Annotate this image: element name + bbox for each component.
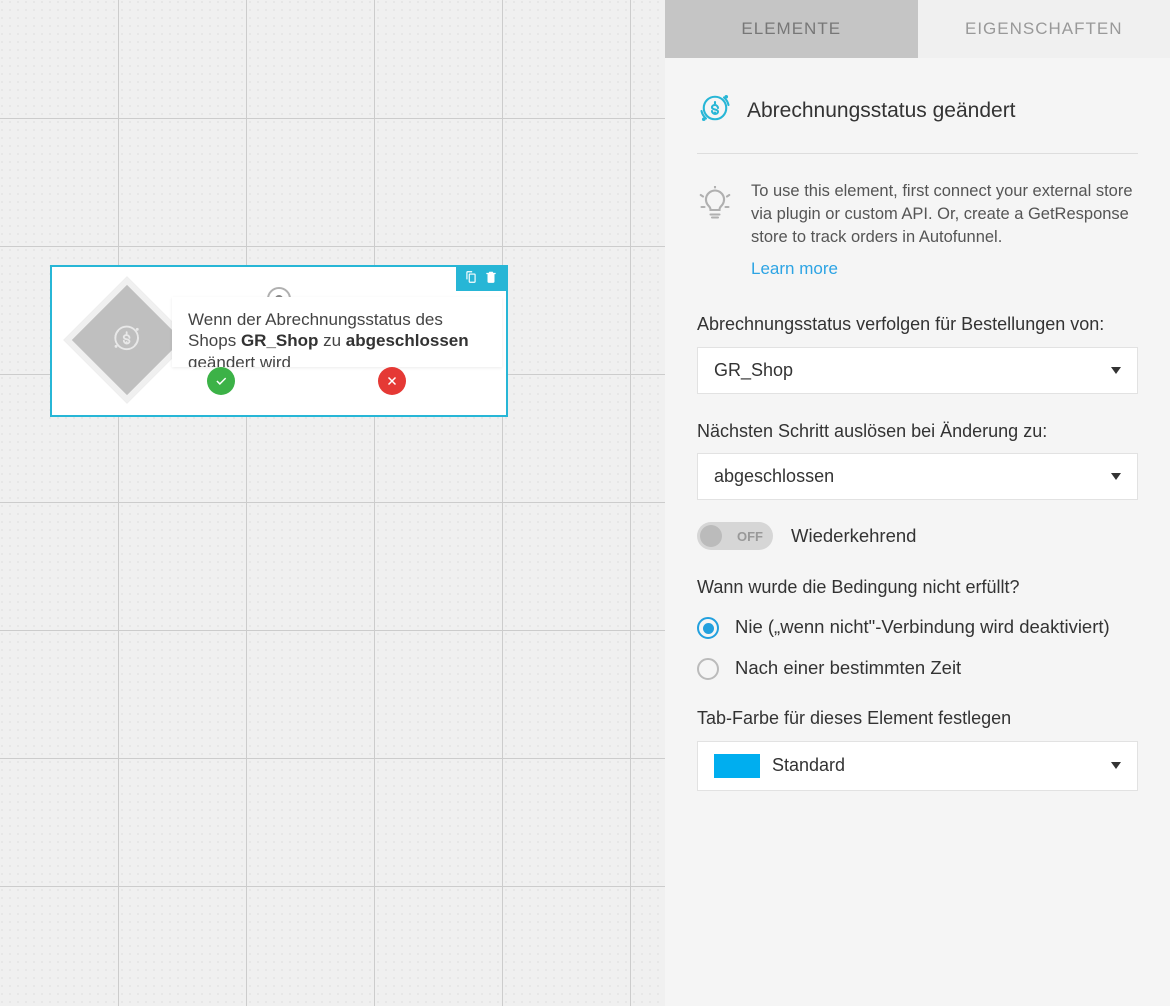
billing-status-icon [110, 321, 144, 360]
panel-title: Abrechnungsstatus geändert [747, 99, 1016, 123]
chevron-down-icon [1111, 762, 1121, 769]
recurring-label: Wiederkehrend [791, 525, 916, 547]
color-select[interactable]: Standard [697, 741, 1138, 791]
no-connector-icon[interactable] [378, 367, 406, 395]
delete-icon[interactable] [484, 270, 498, 289]
chevron-down-icon [1111, 473, 1121, 480]
tab-color-label: Tab-Farbe für dieses Element festlegen [697, 707, 1138, 730]
duplicate-icon[interactable] [464, 270, 478, 289]
radio-icon [697, 617, 719, 639]
sidebar: ELEMENTE EIGENSCHAFTEN Abrechnungsstatus… [665, 0, 1170, 1006]
tab-properties[interactable]: EIGENSCHAFTEN [918, 0, 1170, 58]
chevron-down-icon [1111, 367, 1121, 374]
radio-after-time[interactable]: Nach einer bestimmten Zeit [697, 656, 1138, 681]
radio-icon [697, 658, 719, 680]
tabs: ELEMENTE EIGENSCHAFTEN [665, 0, 1170, 58]
yes-connector-icon[interactable] [207, 367, 235, 395]
condition-label: Wann wurde die Bedingung nicht erfüllt? [697, 576, 1138, 599]
status-select[interactable]: abgeschlossen [697, 453, 1138, 500]
lightbulb-icon [697, 180, 733, 279]
learn-more-link[interactable]: Learn more [751, 259, 838, 279]
billing-status-icon [697, 90, 733, 131]
info-text: To use this element, first connect your … [751, 180, 1138, 249]
workflow-canvas[interactable]: Wenn der Abrechnungsstatus des Shops GR_… [0, 0, 665, 1006]
workflow-node[interactable]: Wenn der Abrechnungsstatus des Shops GR_… [50, 265, 508, 417]
shop-select[interactable]: GR_Shop [697, 347, 1138, 394]
trigger-label: Nächsten Schritt auslösen bei Änderung z… [697, 420, 1138, 443]
track-orders-label: Abrechnungsstatus verfolgen für Bestellu… [697, 313, 1138, 336]
tab-elements[interactable]: ELEMENTE [665, 0, 918, 58]
radio-never[interactable]: Nie („wenn nicht"-Verbindung wird deakti… [697, 615, 1138, 640]
node-description: Wenn der Abrechnungsstatus des Shops GR_… [172, 297, 502, 367]
node-toolbar [456, 267, 506, 291]
color-swatch [714, 754, 760, 778]
recurring-toggle[interactable]: OFF [697, 522, 773, 550]
properties-panel: Abrechnungsstatus geändert To use this e… [665, 58, 1170, 823]
